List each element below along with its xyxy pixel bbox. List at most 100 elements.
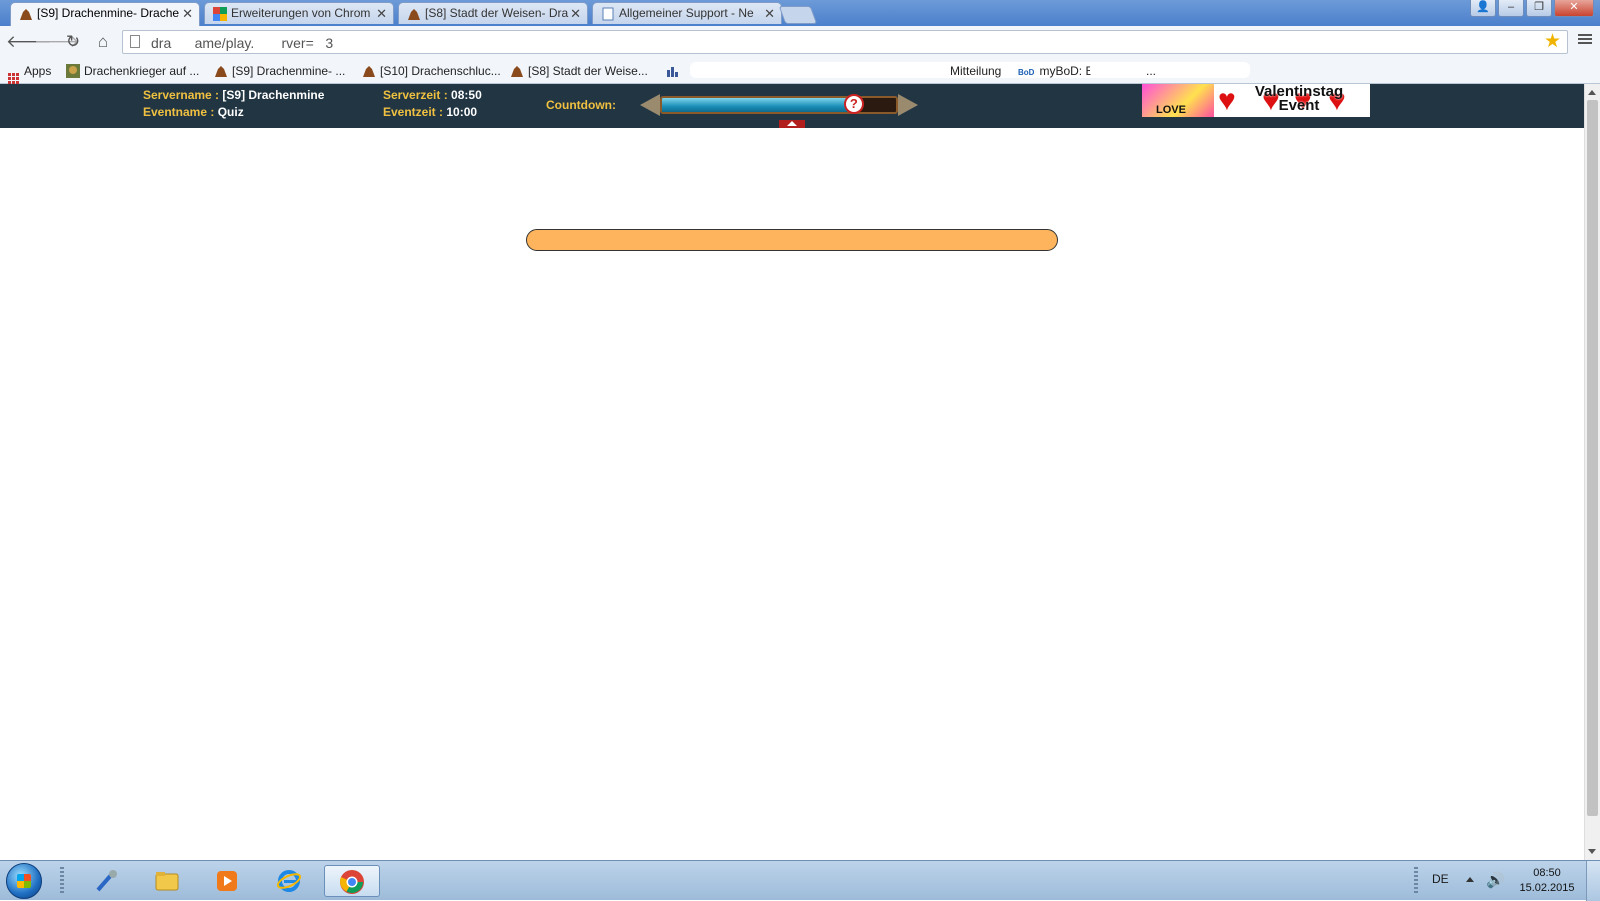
tray-grip: [1414, 867, 1418, 895]
question-mark-icon[interactable]: ?: [843, 94, 864, 114]
browser-toolbar: 🡐 🡒 ↻ ⌂ ★: [0, 26, 1600, 58]
chrome-store-icon: [213, 7, 227, 21]
bookmark-star-icon[interactable]: ★: [1544, 31, 1561, 53]
dragon-warrior-icon: [66, 64, 80, 78]
bookmark-item[interactable]: [666, 61, 684, 81]
tab-drachenmine[interactable]: [S9] Drachenmine- Drache ✕: [10, 2, 200, 26]
forward-arrow-icon[interactable]: 🡒: [34, 32, 80, 52]
redacted-area: [1090, 62, 1150, 78]
serverzeit-row: Serverzeit : 08:50: [383, 88, 482, 102]
user-icon[interactable]: 👤: [1470, 0, 1496, 17]
back-arrow-icon[interactable]: 🡐: [6, 32, 52, 52]
close-icon[interactable]: ✕: [764, 3, 775, 24]
clock-time: 08:50: [1533, 867, 1561, 879]
taskbar-program[interactable]: [262, 865, 318, 897]
url-input[interactable]: [149, 32, 1533, 54]
scroll-up-icon[interactable]: [1588, 90, 1596, 95]
window-controls: 👤 – ❐ ✕: [1468, 0, 1594, 18]
tab-stadt-der-weisen[interactable]: [S8] Stadt der Weisen- Dra ✕: [398, 2, 588, 24]
bookmark-label: myBoD: B: [1039, 64, 1094, 78]
bookmark-label: Drachenkrieger auf ...: [84, 64, 200, 78]
dragon-icon: [408, 9, 420, 20]
show-desktop-button[interactable]: [1586, 861, 1600, 901]
more-label: ...: [1146, 64, 1157, 78]
taskbar-grip: [60, 867, 64, 895]
apps-shortcut[interactable]: Apps: [8, 61, 52, 84]
taskbar-program[interactable]: [200, 865, 256, 897]
tab-allgemeiner-support[interactable]: Allgemeiner Support - Ne ✕: [592, 2, 782, 24]
reload-icon[interactable]: ↻: [62, 32, 84, 52]
taskbar-program[interactable]: [80, 865, 136, 897]
language-indicator[interactable]: DE: [1432, 872, 1449, 886]
dragon-icon: [215, 66, 227, 77]
bookmark-item[interactable]: Mitteilung: [950, 61, 1001, 81]
tab-title: Allgemeiner Support - Ne: [619, 6, 754, 20]
bookmark-item[interactable]: BoD myBoD: B: [1018, 61, 1093, 81]
page-scrollbar[interactable]: [1584, 84, 1600, 860]
apps-grid-icon: [8, 73, 19, 84]
dragon-icon: [20, 9, 32, 20]
banner-title: Valentinstag Event: [1234, 84, 1364, 113]
home-icon[interactable]: ⌂: [92, 32, 114, 52]
folder-icon: [155, 872, 179, 891]
bookmark-label: [S9] Drachenmine- ...: [232, 64, 346, 78]
close-icon[interactable]: ✕: [570, 3, 581, 24]
taskbar-program[interactable]: [140, 865, 196, 897]
minimize-button[interactable]: –: [1498, 0, 1524, 17]
bookmark-label: Mitteilung: [950, 64, 1002, 78]
servername-label: Servername :: [143, 88, 220, 102]
chrome-icon: [340, 870, 364, 894]
quiz-question-bar: [526, 229, 1058, 251]
love-badge: LOVE: [1142, 84, 1214, 117]
close-icon[interactable]: ✕: [376, 3, 387, 24]
scroll-down-icon[interactable]: [1588, 849, 1596, 854]
bookmark-label: [S8] Stadt der Weise...: [528, 64, 648, 78]
bookmarks-bar: Apps Drachenkrieger auf ... [S9] Drachen…: [0, 58, 1600, 84]
system-clock[interactable]: 08:50 15.02.2015: [1512, 866, 1582, 896]
bookmark-item[interactable]: [S8] Stadt der Weise...: [510, 61, 648, 81]
windows-taskbar: DE 🔊 08:50 15.02.2015: [0, 860, 1600, 901]
valentine-event-banner[interactable]: LOVE ♥ ♥ ♥ ♥ Valentinstag Event: [1142, 84, 1370, 117]
bookmark-item[interactable]: [S10] Drachenschluc...: [362, 61, 501, 81]
tab-erweiterungen[interactable]: Erweiterungen von Chrom ✕: [204, 2, 394, 24]
tray-expand-icon[interactable]: [1466, 877, 1474, 882]
scroll-thumb[interactable]: [1587, 100, 1598, 816]
dragon-icon: [511, 66, 523, 77]
eventzeit-value: 10:00: [446, 105, 478, 119]
close-icon[interactable]: ✕: [182, 3, 193, 24]
serverzeit-label: Serverzeit :: [383, 88, 448, 102]
eventname-value: Quiz: [217, 105, 244, 119]
bod-icon: BoD: [1018, 68, 1035, 77]
apps-label: Apps: [24, 64, 52, 78]
bookmark-label: [S10] Drachenschluc...: [380, 64, 501, 78]
volume-icon[interactable]: 🔊: [1486, 871, 1505, 889]
servername-value: [S9] Drachenmine: [222, 88, 325, 102]
arrow-right-icon[interactable]: [898, 94, 918, 116]
eventzeit-row: Eventzeit : 10:00: [383, 105, 477, 119]
new-tab-button[interactable]: [778, 6, 818, 24]
countdown-bar: ?: [640, 92, 918, 118]
taskbar-program[interactable]: [324, 865, 380, 897]
more-bookmarks[interactable]: ...: [1146, 61, 1156, 81]
chrome-menu-icon[interactable]: [1578, 32, 1592, 46]
tab-title: Erweiterungen von Chrom: [231, 6, 371, 20]
tools-icon: [96, 870, 117, 892]
address-bar[interactable]: ★: [122, 30, 1568, 54]
media-player-icon: [217, 871, 237, 891]
bookmark-item[interactable]: [S9] Drachenmine- ...: [214, 61, 345, 81]
maximize-button[interactable]: ❐: [1526, 0, 1552, 17]
arrow-left-icon[interactable]: [640, 94, 660, 116]
countdown-fill: [662, 98, 854, 112]
browser-tab-strip: [S9] Drachenmine- Drache ✕ Erweiterungen…: [0, 0, 1600, 26]
eventname-row: Eventname : Quiz: [143, 105, 244, 119]
close-window-button[interactable]: ✕: [1554, 0, 1594, 17]
servername-row: Servername : [S9] Drachenmine: [143, 88, 324, 102]
tab-title: [S9] Drachenmine- Drache: [37, 6, 180, 20]
chart-icon: [667, 67, 678, 77]
internet-explorer-icon: [276, 870, 302, 892]
countdown-marker-icon: [779, 120, 805, 128]
dragon-icon: [363, 66, 375, 77]
eventname-label: Eventname :: [143, 105, 215, 119]
start-button[interactable]: [6, 863, 42, 899]
bookmark-item[interactable]: Drachenkrieger auf ...: [66, 61, 199, 81]
